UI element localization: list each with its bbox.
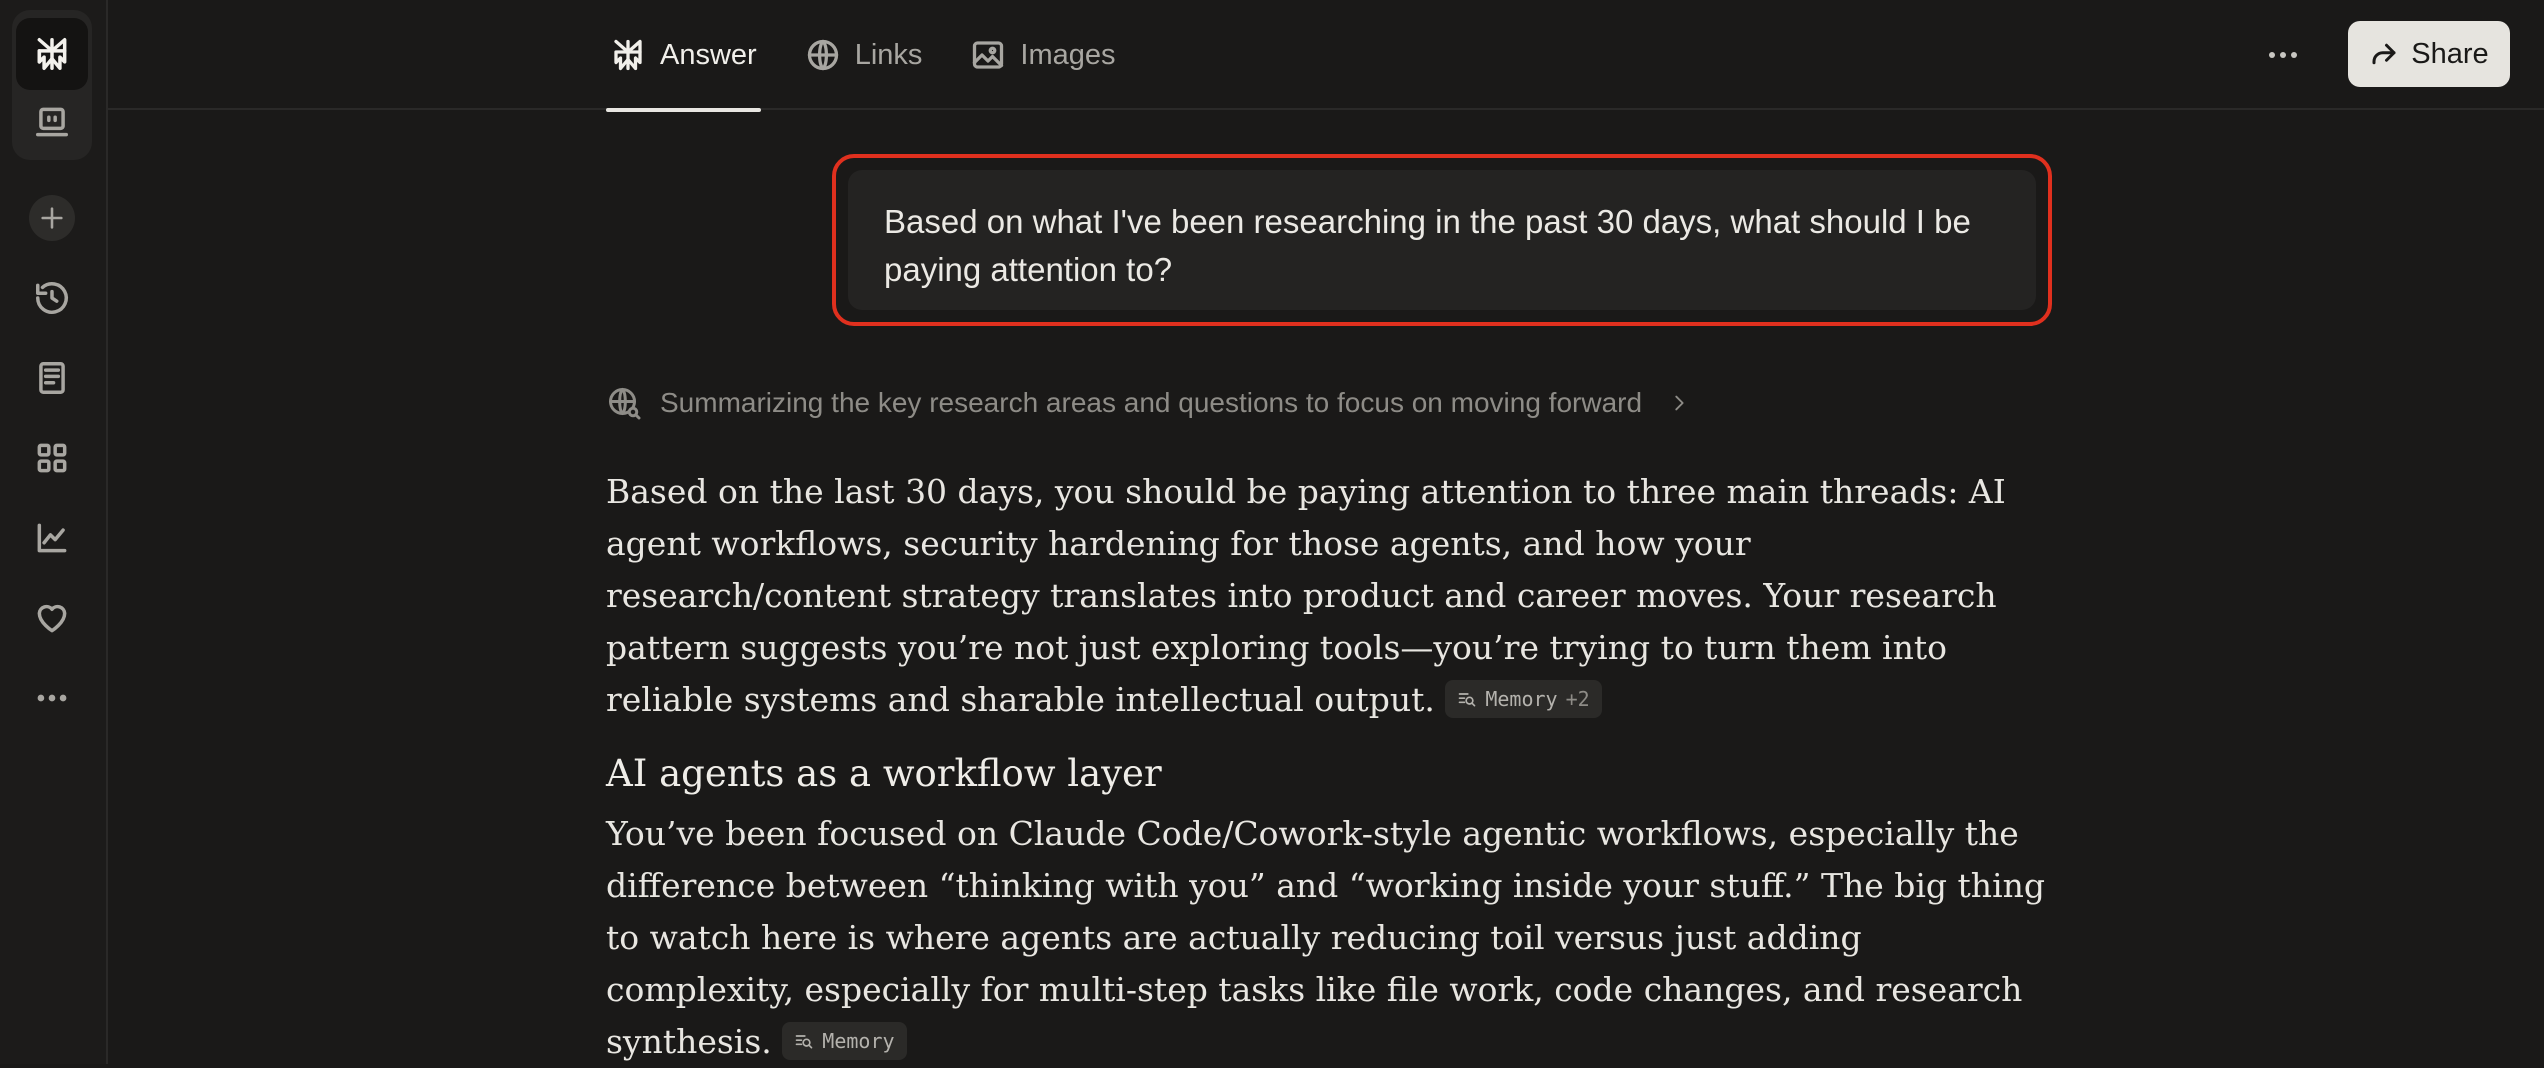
tab-answer-label: Answer [660,38,757,71]
more-options-button[interactable] [2258,30,2308,80]
memory-chip-label: Memory [1485,687,1558,711]
plus-icon [41,207,63,229]
research-step-text: Summarizing the key research areas and q… [660,387,1643,418]
sidebar-item-more[interactable] [16,662,88,734]
more-dot [2291,52,2297,58]
sidebar-item-spaces[interactable] [16,422,88,494]
answer-intro-text: Based on the last 30 days, you should be… [606,472,2006,719]
share-button-label: Share [2411,37,2489,70]
more-dot [2269,52,2275,58]
computer-icon [36,107,68,137]
sidebar-item-library[interactable] [16,342,88,414]
chart-icon [37,523,67,553]
sidebar-item-health[interactable] [16,582,88,654]
image-icon [973,41,1004,69]
perplexity-logo-icon [37,38,67,70]
tab-answer[interactable]: Answer [606,0,761,112]
globe-icon [807,39,838,71]
tab-links[interactable]: Links [801,0,927,110]
answer-intro: Based on the last 30 days, you should be… [606,466,2046,726]
more-dot [2280,52,2286,58]
sidebar-item-new-thread[interactable] [16,182,88,254]
memory-citation-chip[interactable]: Memory [782,1022,907,1060]
answer-body: Based on the last 30 days, you should be… [606,466,2046,1068]
user-query[interactable]: Based on what I've been researching in t… [848,170,2036,310]
tab-images-label: Images [1020,38,1116,71]
tab-bar: Answer Links Images [606,0,1160,112]
globe-search-icon [609,388,641,420]
tab-links-label: Links [854,38,923,71]
memory-chip-count: +2 [1565,687,1590,711]
more-icon [37,694,67,702]
sidebar-item-history[interactable] [16,262,88,334]
document-icon [39,362,65,394]
memory-citation-chip[interactable]: Memory +2 [1445,680,1602,718]
memory-search-icon [795,1035,813,1049]
share-icon [2372,43,2396,65]
heart-icon [37,604,67,633]
perplexity-logo-icon [614,39,642,71]
sidebar-item-finance[interactable] [16,502,88,574]
tab-images[interactable]: Images [966,0,1119,110]
topbar: Answer Links Images Share [108,0,2544,112]
sidebar-item-home[interactable] [16,18,88,90]
sidebar-item-computer[interactable] [16,86,88,158]
section-heading: AI agents as a workflow layer [606,752,1162,795]
memory-chip-label: Memory [822,1029,895,1053]
grid-icon [37,443,67,473]
section-body: You’ve been focused on Claude Code/Cowor… [606,808,2046,1068]
sidebar [0,0,108,1064]
new-thread-button-bg [29,195,75,241]
chevron-right-icon [1675,395,1684,411]
share-button[interactable]: Share [2348,21,2510,87]
query-highlight: Based on what I've been researching in t… [832,154,2052,326]
history-icon [36,282,68,314]
research-step[interactable]: Summarizing the key research areas and q… [606,380,1690,426]
memory-search-icon [1458,693,1476,707]
